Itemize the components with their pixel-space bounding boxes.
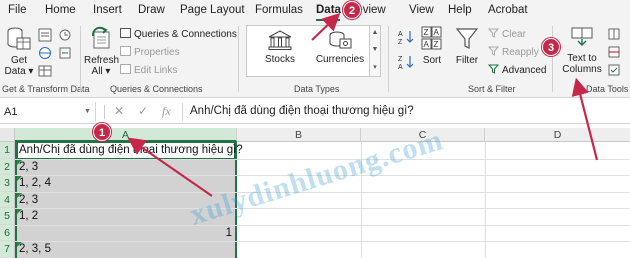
arrow-to-column-a (127, 137, 213, 197)
step-badge-2: 2 (343, 1, 361, 19)
step-badge-3: 3 (542, 38, 560, 56)
step-badge-1: 1 (93, 123, 111, 141)
arrow-to-data-tab (311, 12, 341, 41)
arrow-to-text-to-columns (571, 77, 599, 161)
